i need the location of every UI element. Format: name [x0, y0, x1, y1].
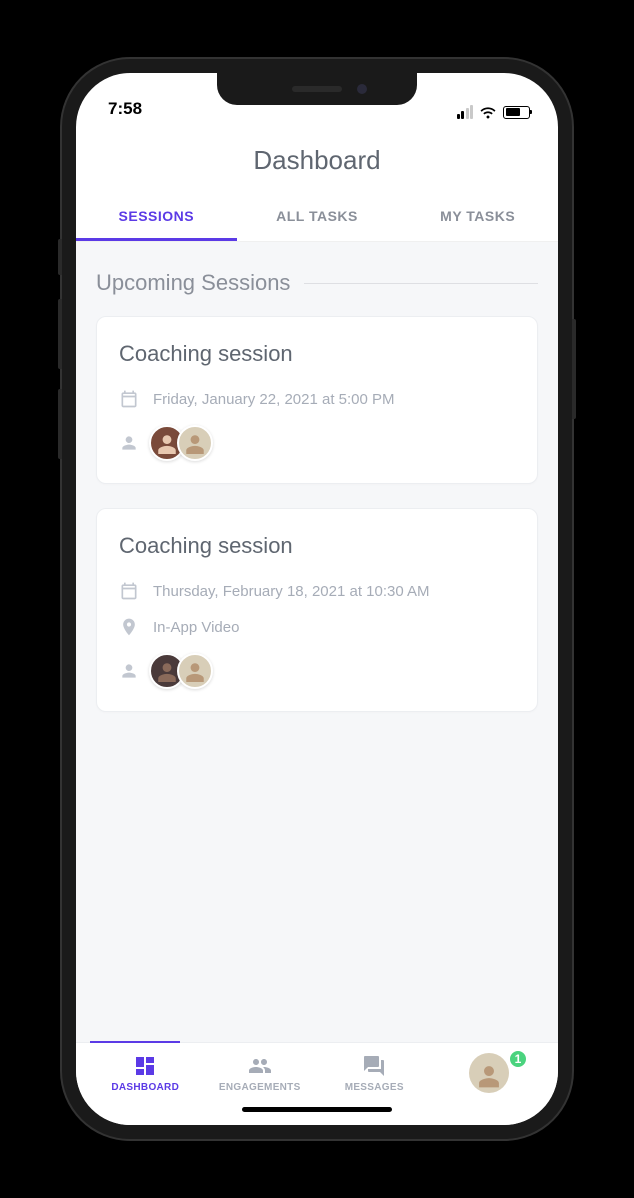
bottom-nav: DASHBOARD ENGAGEMENTS MESSAGES 1: [76, 1042, 558, 1093]
battery-icon: [503, 106, 530, 119]
status-time: 7:58: [108, 99, 142, 119]
page-title: Dashboard: [76, 145, 558, 176]
home-indicator-area: [76, 1093, 558, 1125]
session-datetime-row: Thursday, February 18, 2021 at 10:30 AM: [119, 581, 515, 601]
nav-messages[interactable]: MESSAGES: [317, 1054, 432, 1093]
section-header: Upcoming Sessions: [96, 242, 538, 316]
home-indicator[interactable]: [242, 1107, 392, 1112]
avatar: [177, 425, 213, 461]
volume-up-button: [58, 299, 62, 369]
calendar-icon: [119, 389, 139, 409]
session-card[interactable]: Coaching session Friday, January 22, 202…: [96, 316, 538, 484]
tab-sessions[interactable]: SESSIONS: [76, 194, 237, 241]
mute-switch: [58, 239, 62, 275]
dashboard-icon: [133, 1054, 157, 1078]
session-datetime: Thursday, February 18, 2021 at 10:30 AM: [153, 583, 430, 600]
app-header: Dashboard: [76, 123, 558, 194]
volume-down-button: [58, 389, 62, 459]
person-icon: [119, 433, 139, 453]
participant-avatars: [149, 653, 213, 689]
nav-label: MESSAGES: [345, 1082, 404, 1093]
notification-badge: 1: [508, 1049, 528, 1069]
nav-dashboard[interactable]: DASHBOARD: [88, 1054, 203, 1093]
wifi-icon: [479, 106, 497, 119]
tabs: SESSIONS ALL TASKS MY TASKS: [76, 194, 558, 242]
calendar-icon: [119, 581, 139, 601]
people-icon: [248, 1054, 272, 1078]
section-title: Upcoming Sessions: [96, 270, 290, 296]
session-location-row: In-App Video: [119, 617, 515, 637]
participant-avatars: [149, 425, 213, 461]
session-datetime-row: Friday, January 22, 2021 at 5:00 PM: [119, 389, 515, 409]
content-area[interactable]: Upcoming Sessions Coaching session Frida…: [76, 242, 558, 1042]
avatar: [177, 653, 213, 689]
session-participants-row: [119, 653, 515, 689]
session-participants-row: [119, 425, 515, 461]
profile-avatar[interactable]: [469, 1053, 509, 1093]
tab-all-tasks[interactable]: ALL TASKS: [237, 194, 398, 241]
nav-label: ENGAGEMENTS: [219, 1082, 301, 1093]
location-pin-icon: [119, 617, 139, 637]
signal-icon: [457, 105, 474, 119]
power-button: [572, 319, 576, 419]
phone-frame: 7:58 Dashboard SESSIONS ALL TASKS MY TAS…: [62, 59, 572, 1139]
session-title: Coaching session: [119, 341, 515, 367]
session-title: Coaching session: [119, 533, 515, 559]
tab-my-tasks[interactable]: MY TASKS: [397, 194, 558, 241]
notch: [217, 73, 417, 105]
session-datetime: Friday, January 22, 2021 at 5:00 PM: [153, 391, 395, 408]
person-icon: [119, 661, 139, 681]
session-location: In-App Video: [153, 619, 239, 636]
session-card[interactable]: Coaching session Thursday, February 18, …: [96, 508, 538, 712]
nav-label: DASHBOARD: [111, 1082, 179, 1093]
nav-engagements[interactable]: ENGAGEMENTS: [203, 1054, 318, 1093]
chat-icon: [362, 1054, 386, 1078]
